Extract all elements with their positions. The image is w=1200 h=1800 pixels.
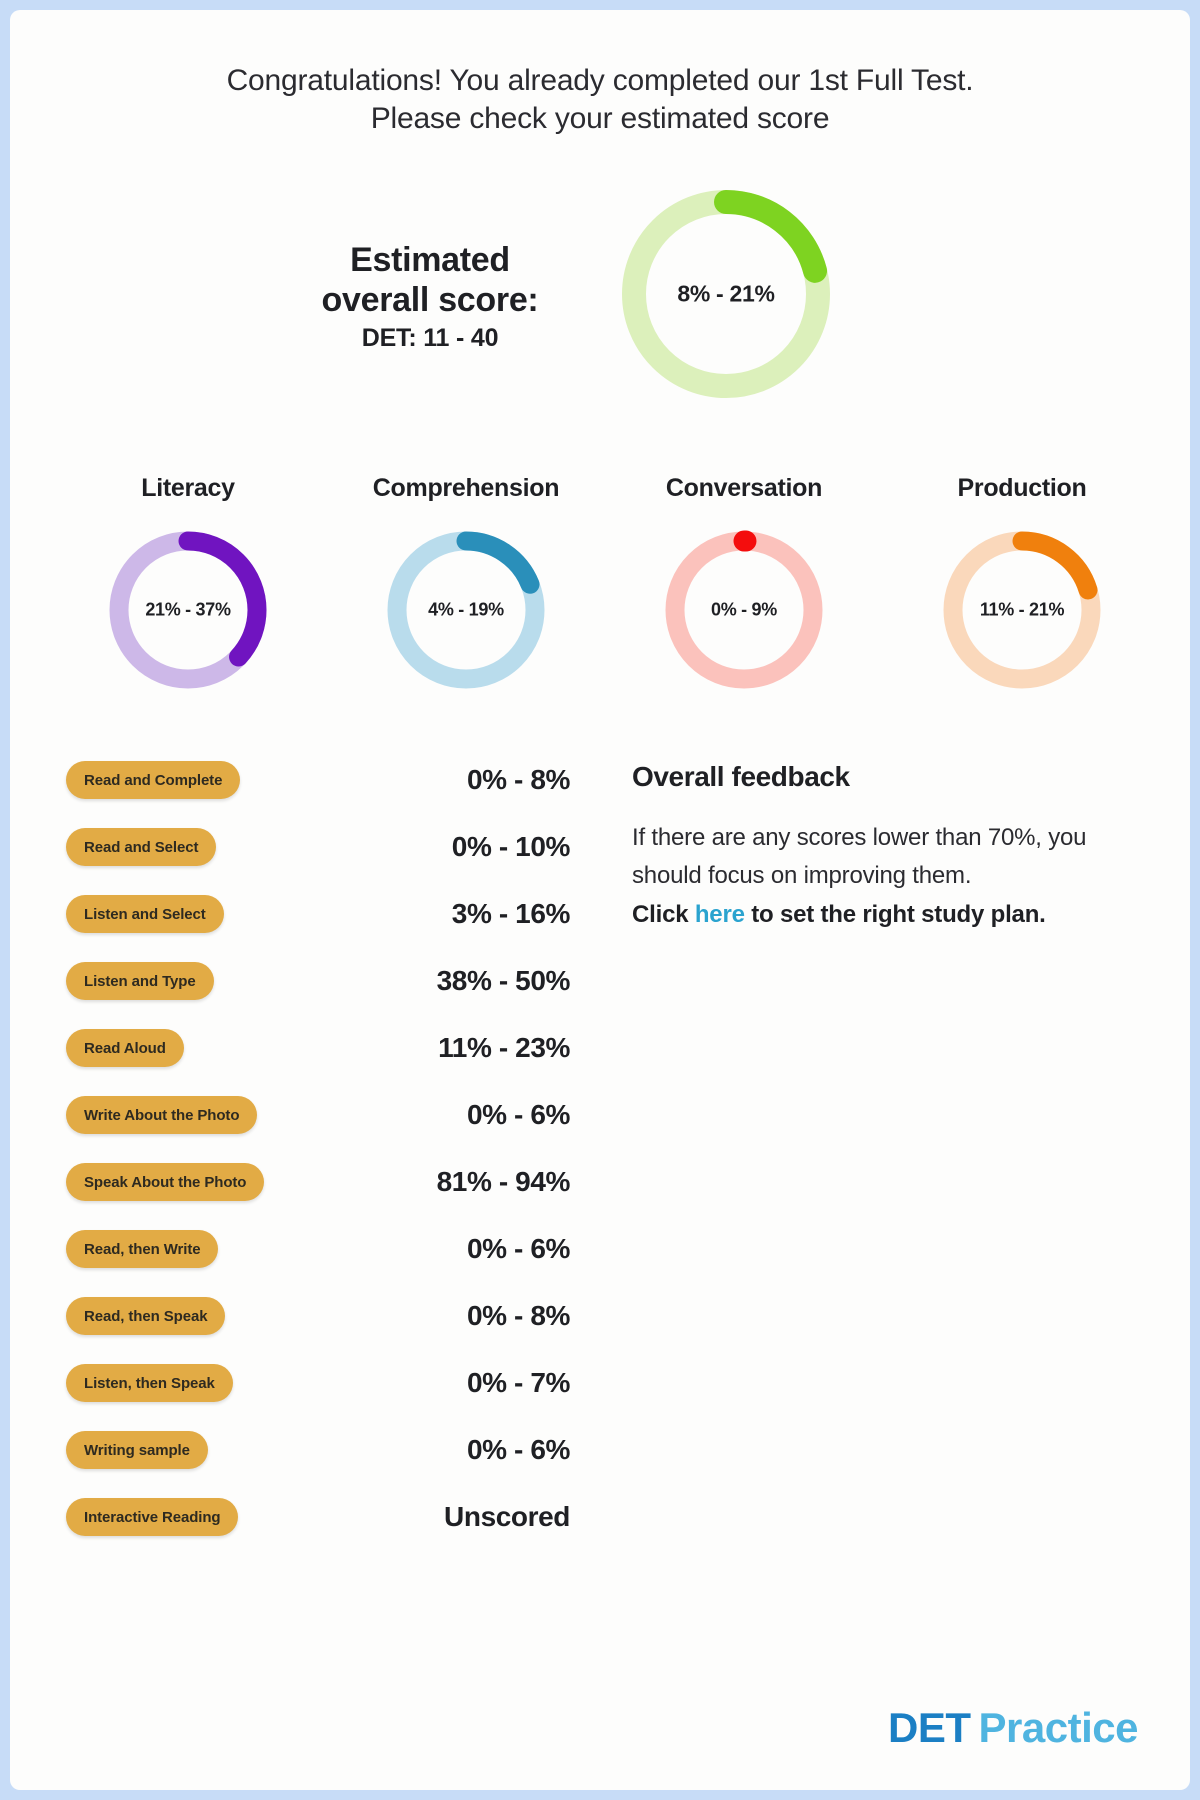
literacy-donut-value: 21% - 37% (145, 599, 231, 620)
overall-score-label: Estimated overall score: DET: 11 - 40 (280, 240, 580, 353)
skill-pill-read-then-speak[interactable]: Read, then Speak (66, 1297, 226, 1336)
skill-row: Writing sample 0% - 6% (66, 1417, 626, 1484)
skill-row: Listen and Type 38% - 50% (66, 948, 626, 1015)
logo-secondary-text: Practice (978, 1704, 1139, 1751)
skill-pill-read-aloud[interactable]: Read Aloud (66, 1029, 184, 1068)
skill-score-read-and-complete: 0% - 8% (466, 764, 570, 796)
skill-score-list: Read and Complete 0% - 8% Read and Selec… (66, 747, 626, 1551)
skill-pill-read-and-complete[interactable]: Read and Complete (66, 761, 241, 800)
cta-suffix: to set the right study plan. (744, 901, 1046, 929)
cta-prefix: Click (632, 901, 695, 929)
skill-pill-read-then-write[interactable]: Read, then Write (66, 1230, 219, 1269)
skill-score-listen-and-type: 38% - 50% (436, 965, 571, 997)
skill-score-listen-then-speak: 0% - 7% (466, 1367, 570, 1399)
skill-pill-write-about-the-photo[interactable]: Write About the Photo (66, 1096, 258, 1135)
skill-score-read-aloud: 11% - 23% (438, 1032, 570, 1064)
skill-row: Read, then Speak 0% - 8% (66, 1283, 626, 1350)
skill-row: Interactive Reading Unscored (66, 1484, 626, 1551)
production-donut-value: 11% - 21% (979, 599, 1065, 620)
headline-line-1: Congratulations! You already completed o… (226, 64, 974, 97)
skill-pill-writing-sample[interactable]: Writing sample (66, 1431, 208, 1470)
skill-row: Read and Select 0% - 10% (66, 814, 626, 881)
skill-score-speak-about-the-photo: 81% - 94% (436, 1166, 571, 1198)
skill-pill-listen-and-select[interactable]: Listen and Select (66, 895, 224, 934)
overall-feedback-panel: Overall feedback If there are any scores… (626, 747, 1154, 936)
overall-feedback-body: If there are any scores lower than 70%, … (632, 823, 1087, 890)
skill-row: Listen and Select 3% - 16% (66, 881, 626, 948)
skill-row: Speak About the Photo 81% - 94% (66, 1149, 626, 1216)
comprehension-donut-value: 4% - 19% (428, 599, 504, 620)
subscore-title: Comprehension (372, 473, 560, 502)
page-background: Congratulations! You already completed o… (0, 0, 1200, 1800)
overall-score-donut: 8% - 21% (614, 182, 838, 406)
score-report-card: Congratulations! You already completed o… (10, 10, 1190, 1790)
skill-score-read-then-speak: 0% - 8% (466, 1300, 570, 1332)
overall-donut-value: 8% - 21% (677, 280, 775, 307)
skill-row: Write About the Photo 0% - 6% (66, 1082, 626, 1149)
skill-pill-listen-and-type[interactable]: Listen and Type (66, 962, 214, 1001)
subscore-comprehension: Comprehension 4% - 19% (346, 474, 586, 695)
overall-title-line-2: overall score: (321, 280, 539, 319)
skill-row: Read Aloud 11% - 23% (66, 1015, 626, 1082)
conversation-donut-value: 0% - 9% (711, 599, 777, 620)
production-donut: 11% - 21% (937, 525, 1107, 695)
study-plan-cta: Click here to set the right study plan. (632, 896, 1154, 935)
subscore-row: Literacy 21% - 37% Comprehension 4% - 19… (10, 474, 1190, 695)
skill-score-read-and-select: 0% - 10% (451, 831, 571, 863)
page-title: Congratulations! You already completed o… (10, 62, 1190, 138)
subscore-production: Production 11% - 21% (902, 474, 1142, 695)
comprehension-donut: 4% - 19% (381, 525, 551, 695)
skill-score-listen-and-select: 3% - 16% (451, 898, 571, 930)
subscore-title: Production (957, 473, 1087, 502)
conversation-donut: 0% - 9% (659, 525, 829, 695)
skill-score-interactive-reading: Unscored (444, 1501, 570, 1533)
skill-row: Read, then Write 0% - 6% (66, 1216, 626, 1283)
det-score-range: DET: 11 - 40 (361, 323, 499, 352)
overall-feedback-title: Overall feedback (632, 760, 850, 792)
subscore-title: Conversation (665, 473, 823, 502)
skill-score-read-then-write: 0% - 6% (466, 1233, 570, 1265)
det-practice-logo: DET Practice (888, 1704, 1138, 1752)
skill-pill-speak-about-the-photo[interactable]: Speak About the Photo (66, 1163, 265, 1202)
skill-row: Read and Complete 0% - 8% (66, 747, 626, 814)
overall-score-section: Estimated overall score: DET: 11 - 40 8%… (10, 182, 1190, 422)
skill-pill-interactive-reading[interactable]: Interactive Reading (66, 1498, 239, 1537)
headline-line-2: Please check your estimated score (370, 101, 830, 135)
subscore-title: Literacy (141, 473, 235, 502)
logo-primary-text: DET (888, 1704, 971, 1751)
study-plan-link[interactable]: here (695, 901, 745, 928)
details-section: Read and Complete 0% - 8% Read and Selec… (10, 747, 1190, 1551)
literacy-donut: 21% - 37% (103, 525, 273, 695)
skill-row: Listen, then Speak 0% - 7% (66, 1350, 626, 1417)
skill-score-write-about-the-photo: 0% - 6% (466, 1099, 570, 1131)
skill-score-writing-sample: 0% - 6% (466, 1434, 570, 1466)
overall-title-line-1: Estimated (350, 240, 510, 279)
subscore-conversation: Conversation 0% - 9% (624, 474, 864, 695)
skill-pill-listen-then-speak[interactable]: Listen, then Speak (66, 1364, 233, 1403)
subscore-literacy: Literacy 21% - 37% (68, 474, 308, 695)
skill-pill-read-and-select[interactable]: Read and Select (66, 828, 217, 867)
